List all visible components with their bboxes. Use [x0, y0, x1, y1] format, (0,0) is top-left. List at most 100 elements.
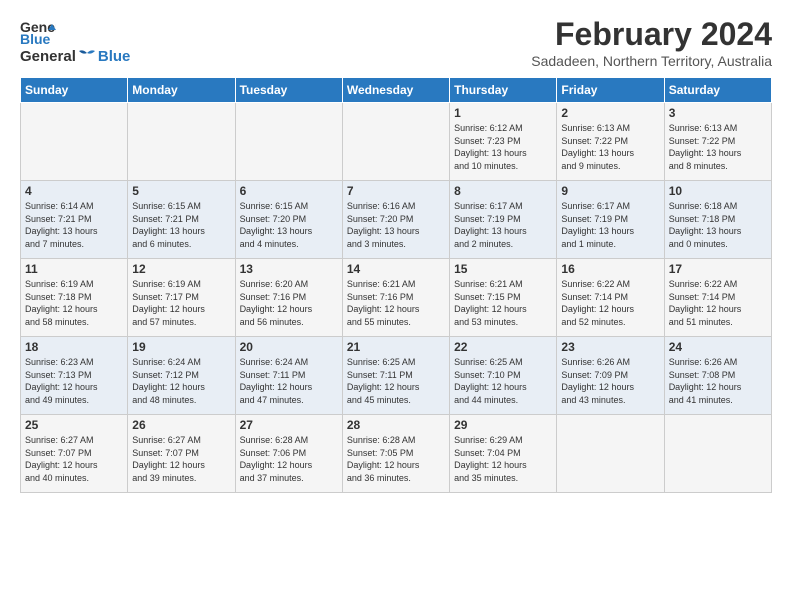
day-number: 22 — [454, 340, 552, 354]
day-content: Sunrise: 6:29 AM Sunset: 7:04 PM Dayligh… — [454, 434, 552, 484]
logo-general-text: General — [20, 48, 76, 65]
day-content: Sunrise: 6:27 AM Sunset: 7:07 PM Dayligh… — [132, 434, 230, 484]
day-content: Sunrise: 6:15 AM Sunset: 7:21 PM Dayligh… — [132, 200, 230, 250]
day-content: Sunrise: 6:24 AM Sunset: 7:12 PM Dayligh… — [132, 356, 230, 406]
day-number: 27 — [240, 418, 338, 432]
day-number: 12 — [132, 262, 230, 276]
calendar-cell: 20 Sunrise: 6:24 AM Sunset: 7:11 PM Dayli… — [235, 337, 342, 415]
calendar-table: SundayMondayTuesdayWednesdayThursdayFrid… — [20, 77, 772, 493]
column-header-sunday: Sunday — [21, 78, 128, 103]
day-content: Sunrise: 6:24 AM Sunset: 7:11 PM Dayligh… — [240, 356, 338, 406]
day-number: 17 — [669, 262, 767, 276]
calendar-cell: 7 Sunrise: 6:16 AM Sunset: 7:20 PM Daylig… — [342, 181, 449, 259]
calendar-cell — [128, 103, 235, 181]
calendar-cell — [342, 103, 449, 181]
calendar-cell — [21, 103, 128, 181]
day-content: Sunrise: 6:18 AM Sunset: 7:18 PM Dayligh… — [669, 200, 767, 250]
calendar-cell: 10 Sunrise: 6:18 AM Sunset: 7:18 PM Dayli… — [664, 181, 771, 259]
day-content: Sunrise: 6:16 AM Sunset: 7:20 PM Dayligh… — [347, 200, 445, 250]
calendar-cell — [664, 415, 771, 493]
column-header-friday: Friday — [557, 78, 664, 103]
day-content: Sunrise: 6:13 AM Sunset: 7:22 PM Dayligh… — [669, 122, 767, 172]
day-number: 8 — [454, 184, 552, 198]
calendar-week-4: 18 Sunrise: 6:23 AM Sunset: 7:13 PM Dayli… — [21, 337, 772, 415]
logo-blue-text: Blue — [98, 48, 131, 65]
header: General Blue General Blue February 2024 … — [20, 16, 772, 69]
day-content: Sunrise: 6:12 AM Sunset: 7:23 PM Dayligh… — [454, 122, 552, 172]
calendar-cell — [235, 103, 342, 181]
day-number: 5 — [132, 184, 230, 198]
day-content: Sunrise: 6:20 AM Sunset: 7:16 PM Dayligh… — [240, 278, 338, 328]
day-number: 14 — [347, 262, 445, 276]
day-content: Sunrise: 6:19 AM Sunset: 7:17 PM Dayligh… — [132, 278, 230, 328]
day-number: 29 — [454, 418, 552, 432]
logo-icon: General Blue — [20, 16, 56, 46]
calendar-cell: 12 Sunrise: 6:19 AM Sunset: 7:17 PM Dayli… — [128, 259, 235, 337]
day-content: Sunrise: 6:19 AM Sunset: 7:18 PM Dayligh… — [25, 278, 123, 328]
day-number: 6 — [240, 184, 338, 198]
calendar-week-5: 25Sunrise: 6:27 AM Sunset: 7:07 PM Dayli… — [21, 415, 772, 493]
calendar-cell: 17 Sunrise: 6:22 AM Sunset: 7:14 PM Dayli… — [664, 259, 771, 337]
calendar-cell: 6 Sunrise: 6:15 AM Sunset: 7:20 PM Daylig… — [235, 181, 342, 259]
day-number: 19 — [132, 340, 230, 354]
calendar-cell: 3Sunrise: 6:13 AM Sunset: 7:22 PM Daylig… — [664, 103, 771, 181]
calendar-cell: 24Sunrise: 6:26 AM Sunset: 7:08 PM Dayli… — [664, 337, 771, 415]
day-number: 9 — [561, 184, 659, 198]
column-header-monday: Monday — [128, 78, 235, 103]
calendar-cell: 22 Sunrise: 6:25 AM Sunset: 7:10 PM Dayli… — [450, 337, 557, 415]
day-number: 11 — [25, 262, 123, 276]
column-header-tuesday: Tuesday — [235, 78, 342, 103]
day-content: Sunrise: 6:27 AM Sunset: 7:07 PM Dayligh… — [25, 434, 123, 484]
day-number: 13 — [240, 262, 338, 276]
calendar-cell: 13 Sunrise: 6:20 AM Sunset: 7:16 PM Dayli… — [235, 259, 342, 337]
calendar-cell: 5 Sunrise: 6:15 AM Sunset: 7:21 PM Daylig… — [128, 181, 235, 259]
column-header-saturday: Saturday — [664, 78, 771, 103]
day-number: 10 — [669, 184, 767, 198]
calendar-cell: 27 Sunrise: 6:28 AM Sunset: 7:06 PM Dayli… — [235, 415, 342, 493]
day-content: Sunrise: 6:17 AM Sunset: 7:19 PM Dayligh… — [561, 200, 659, 250]
day-content: Sunrise: 6:28 AM Sunset: 7:06 PM Dayligh… — [240, 434, 338, 484]
month-year-title: February 2024 — [531, 16, 772, 53]
calendar-cell — [557, 415, 664, 493]
svg-text:Blue: Blue — [20, 31, 51, 46]
calendar-cell: 16Sunrise: 6:22 AM Sunset: 7:14 PM Dayli… — [557, 259, 664, 337]
day-content: Sunrise: 6:26 AM Sunset: 7:09 PM Dayligh… — [561, 356, 659, 406]
day-content: Sunrise: 6:23 AM Sunset: 7:13 PM Dayligh… — [25, 356, 123, 406]
calendar-cell: 11 Sunrise: 6:19 AM Sunset: 7:18 PM Dayli… — [21, 259, 128, 337]
logo: General Blue General Blue — [20, 16, 130, 65]
calendar-cell: 18 Sunrise: 6:23 AM Sunset: 7:13 PM Dayli… — [21, 337, 128, 415]
day-number: 23 — [561, 340, 659, 354]
day-number: 2 — [561, 106, 659, 120]
day-content: Sunrise: 6:21 AM Sunset: 7:15 PM Dayligh… — [454, 278, 552, 328]
day-content: Sunrise: 6:22 AM Sunset: 7:14 PM Dayligh… — [669, 278, 767, 328]
calendar-cell: 4Sunrise: 6:14 AM Sunset: 7:21 PM Daylig… — [21, 181, 128, 259]
logo-bird-icon — [77, 49, 97, 65]
page: General Blue General Blue February 2024 … — [0, 0, 792, 612]
day-number: 28 — [347, 418, 445, 432]
day-content: Sunrise: 6:26 AM Sunset: 7:08 PM Dayligh… — [669, 356, 767, 406]
calendar-cell: 26 Sunrise: 6:27 AM Sunset: 7:07 PM Dayli… — [128, 415, 235, 493]
day-number: 16 — [561, 262, 659, 276]
day-number: 18 — [25, 340, 123, 354]
calendar-cell: 28Sunrise: 6:28 AM Sunset: 7:05 PM Dayli… — [342, 415, 449, 493]
day-content: Sunrise: 6:21 AM Sunset: 7:16 PM Dayligh… — [347, 278, 445, 328]
day-number: 20 — [240, 340, 338, 354]
day-number: 21 — [347, 340, 445, 354]
title-section: February 2024 Sadadeen, Northern Territo… — [531, 16, 772, 69]
day-content: Sunrise: 6:14 AM Sunset: 7:21 PM Dayligh… — [25, 200, 123, 250]
day-content: Sunrise: 6:15 AM Sunset: 7:20 PM Dayligh… — [240, 200, 338, 250]
column-header-wednesday: Wednesday — [342, 78, 449, 103]
day-content: Sunrise: 6:17 AM Sunset: 7:19 PM Dayligh… — [454, 200, 552, 250]
day-number: 15 — [454, 262, 552, 276]
calendar-header-row: SundayMondayTuesdayWednesdayThursdayFrid… — [21, 78, 772, 103]
calendar-cell: 23 Sunrise: 6:26 AM Sunset: 7:09 PM Dayli… — [557, 337, 664, 415]
calendar-cell: 21Sunrise: 6:25 AM Sunset: 7:11 PM Dayli… — [342, 337, 449, 415]
day-number: 7 — [347, 184, 445, 198]
day-number: 26 — [132, 418, 230, 432]
calendar-cell: 15 Sunrise: 6:21 AM Sunset: 7:15 PM Dayli… — [450, 259, 557, 337]
calendar-week-2: 4Sunrise: 6:14 AM Sunset: 7:21 PM Daylig… — [21, 181, 772, 259]
day-content: Sunrise: 6:25 AM Sunset: 7:10 PM Dayligh… — [454, 356, 552, 406]
calendar-cell: 25Sunrise: 6:27 AM Sunset: 7:07 PM Dayli… — [21, 415, 128, 493]
calendar-cell: 1Sunrise: 6:12 AM Sunset: 7:23 PM Daylig… — [450, 103, 557, 181]
calendar-cell: 2Sunrise: 6:13 AM Sunset: 7:22 PM Daylig… — [557, 103, 664, 181]
